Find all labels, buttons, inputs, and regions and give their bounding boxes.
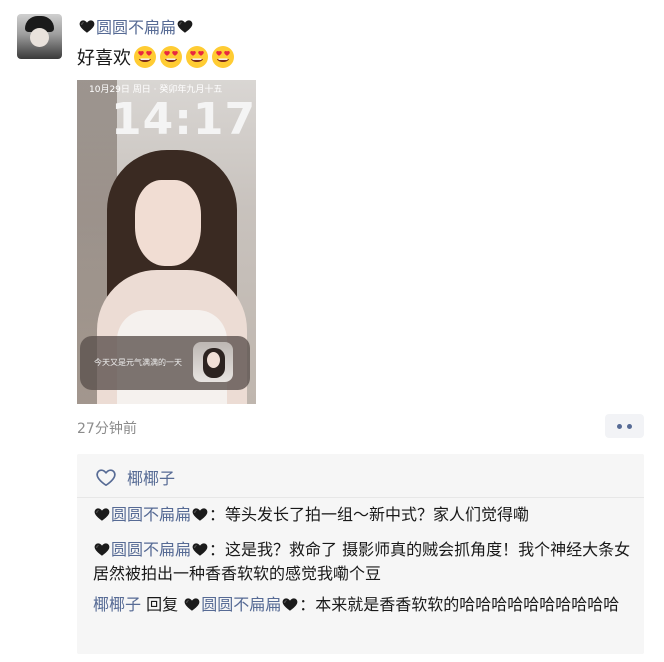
post-text-content: 好喜欢 — [77, 48, 131, 69]
post-author[interactable]: 圆圆不扁扁 — [78, 14, 194, 38]
black-heart-icon — [176, 17, 194, 35]
author-avatar[interactable] — [17, 14, 62, 59]
panel-divider — [77, 497, 644, 498]
comment-author[interactable]: 圆圆不扁扁 — [111, 540, 191, 559]
comment-item[interactable]: 椰椰子 回复 圆圆不扁扁 ：本来就是香香软软的哈哈哈哈哈哈哈哈哈哈 — [93, 593, 633, 617]
comment-author[interactable]: 圆圆不扁扁 — [111, 505, 191, 524]
comment-item[interactable]: 圆圆不扁扁 ：这是我？救命了 摄影师真的贼会抓角度！我个神经大条女居然被拍出一种香… — [93, 538, 633, 586]
heart-eyes-face-icon — [133, 45, 157, 69]
black-heart-icon — [191, 505, 209, 523]
dot-icon — [627, 423, 632, 429]
lockscreen-clock: 14:17 — [111, 94, 256, 145]
black-heart-icon — [281, 595, 299, 613]
reply-label: 回复 — [146, 595, 179, 614]
post-timestamp: 27分钟前 — [77, 421, 137, 437]
heart-eyes-face-icon — [211, 45, 235, 69]
black-heart-icon — [183, 595, 201, 613]
lockscreen-widget: 今天又是元气满满的一天 — [80, 336, 250, 390]
black-heart-icon — [191, 540, 209, 558]
like-user-name[interactable]: 椰椰子 — [127, 465, 175, 489]
post-photo[interactable]: 10月29日 周日 · 癸卯年九月十五 14:17 今天又是元气满满的一天 — [77, 80, 256, 404]
black-heart-icon — [93, 505, 111, 523]
black-heart-icon — [93, 540, 111, 558]
comment-item[interactable]: 圆圆不扁扁 ：等头发长了拍一组～新中式？家人们觉得嘞 — [93, 503, 633, 527]
more-actions-button[interactable] — [605, 414, 644, 438]
heart-eyes-face-icon — [159, 45, 183, 69]
heart-eyes-face-icon — [185, 45, 209, 69]
heart-outline-icon — [96, 469, 116, 486]
post-text: 好喜欢 — [77, 44, 235, 70]
black-heart-icon — [78, 17, 96, 35]
widget-text: 今天又是元气满满的一天 — [94, 358, 182, 367]
likes-row: 椰椰子 — [95, 465, 175, 489]
post-author-name[interactable]: 圆圆不扁扁 — [96, 14, 176, 38]
comment-text: ：本来就是香香软软的哈哈哈哈哈哈哈哈哈哈 — [299, 595, 620, 614]
widget-thumbnail — [193, 342, 233, 382]
interaction-panel: 椰椰子 圆圆不扁扁 ：等头发长了拍一组～新中式？家人们觉得嘞 圆圆不扁扁 ：这是我？… — [77, 454, 644, 654]
comment-text: ：等头发长了拍一组～新中式？家人们觉得嘞 — [209, 505, 530, 524]
comment-author[interactable]: 椰椰子 — [93, 595, 141, 614]
dot-icon — [617, 423, 622, 429]
reply-target[interactable]: 圆圆不扁扁 — [201, 595, 281, 614]
